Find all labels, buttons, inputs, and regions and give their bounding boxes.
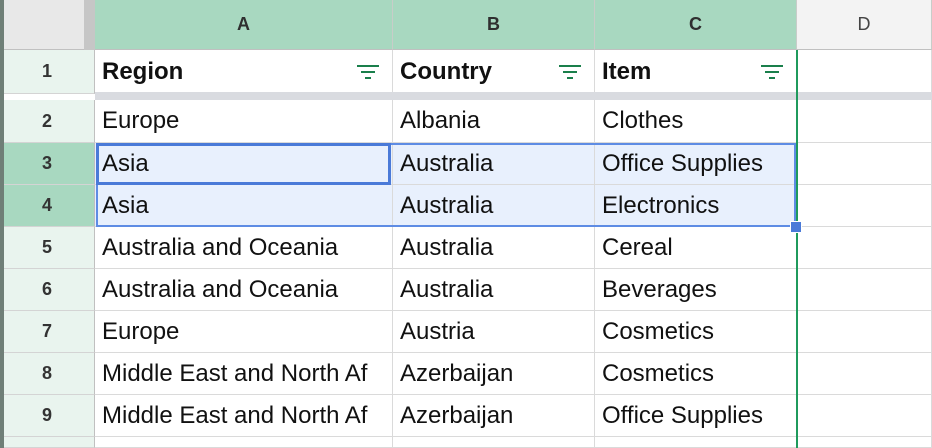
cell-a4[interactable]: Asia [95,185,393,227]
cell-b5[interactable]: Australia [393,227,595,269]
cell-a10[interactable] [95,437,393,448]
filter-range-border [796,50,798,448]
cell-a7[interactable]: Europe [95,311,393,353]
cell-c4[interactable]: Electronics [595,185,797,227]
column-header-d[interactable]: D [797,0,932,50]
column-header-b[interactable]: B [393,0,595,50]
cell-c9[interactable]: Office Supplies [595,395,797,437]
header-label-country: Country [400,57,492,85]
cell-b8[interactable]: Azerbaijan [393,353,595,395]
row-header-6[interactable]: 6 [0,269,95,311]
cell-c2[interactable]: Clothes [595,100,797,143]
cell-b7[interactable]: Austria [393,311,595,353]
frozen-row-divider[interactable] [95,92,932,100]
window-edge [0,0,4,448]
cell-d4[interactable] [797,185,932,227]
cell-b10[interactable] [393,437,595,448]
header-label-region: Region [102,57,184,85]
header-cell-country[interactable]: Country [393,50,595,94]
cell-d2[interactable] [797,100,932,143]
cell-d3[interactable] [797,143,932,185]
cell-d8[interactable] [797,353,932,395]
cell-c5[interactable]: Cereal [595,227,797,269]
cell-b2[interactable]: Albania [393,100,595,143]
row-header-8[interactable]: 8 [0,353,95,395]
row-header-4[interactable]: 4 [0,185,95,227]
cell-b3[interactable]: Australia [393,143,595,185]
cell-b9[interactable]: Azerbaijan [393,395,595,437]
cell-a9[interactable]: Middle East and North Af [95,395,393,437]
cell-a2[interactable]: Europe [95,100,393,143]
row-header-10[interactable] [0,437,95,448]
cell-a6[interactable]: Australia and Oceania [95,269,393,311]
cell-d9[interactable] [797,395,932,437]
select-all-corner[interactable] [0,0,95,50]
row-header-3[interactable]: 3 [0,143,95,185]
header-cell-item[interactable]: Item [595,50,797,94]
cell-b4[interactable]: Australia [393,185,595,227]
cell-d5[interactable] [797,227,932,269]
column-header-a[interactable]: A [95,0,393,50]
filter-icon[interactable] [558,64,582,80]
cell-b6[interactable]: Australia [393,269,595,311]
row-header-9[interactable]: 9 [0,395,95,437]
header-label-item: Item [602,57,652,85]
row-header-5[interactable]: 5 [0,227,95,269]
cell-c3[interactable]: Office Supplies [595,143,797,185]
cell-d1[interactable] [797,50,932,94]
filter-icon[interactable] [760,64,784,80]
freeze-handle[interactable] [84,0,95,50]
active-cell-outline [96,143,391,185]
cell-c10[interactable] [595,437,797,448]
spreadsheet-grid: A B C D 1 Region Country Item 2 Europe A… [0,0,932,448]
row-header-1[interactable]: 1 [0,50,95,94]
cell-d6[interactable] [797,269,932,311]
filter-icon[interactable] [356,64,380,80]
cell-c7[interactable]: Cosmetics [595,311,797,353]
cell-c8[interactable]: Cosmetics [595,353,797,395]
cell-d10[interactable] [797,437,932,448]
cell-a8[interactable]: Middle East and North Af [95,353,393,395]
fill-handle[interactable] [790,221,802,233]
cell-d7[interactable] [797,311,932,353]
cell-a5[interactable]: Australia and Oceania [95,227,393,269]
cell-c6[interactable]: Beverages [595,269,797,311]
column-header-c[interactable]: C [595,0,797,50]
row-header-7[interactable]: 7 [0,311,95,353]
row-header-2[interactable]: 2 [0,100,95,143]
header-cell-region[interactable]: Region [95,50,393,94]
